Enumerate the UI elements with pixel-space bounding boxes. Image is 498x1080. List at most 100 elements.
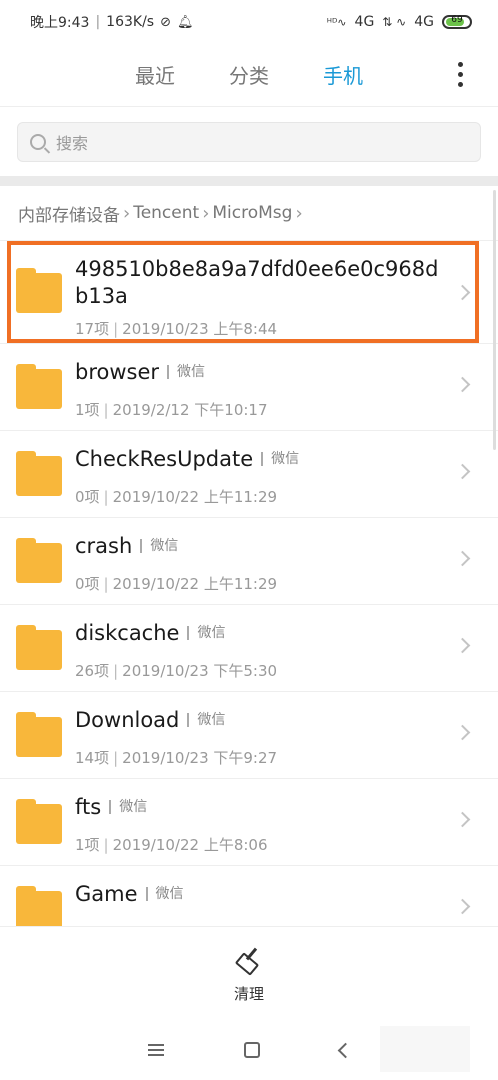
breadcrumb: 内部存储设备 › Tencent › MicroMsg › bbox=[18, 198, 306, 228]
item-count: 14项 bbox=[75, 749, 110, 767]
chevron-right-icon bbox=[454, 811, 471, 828]
search-placeholder: 搜索 bbox=[56, 134, 89, 153]
meta-separator: | bbox=[103, 488, 109, 506]
section-separator bbox=[0, 176, 498, 186]
chevron-right-icon bbox=[454, 284, 471, 301]
item-count: 1项 bbox=[75, 401, 100, 419]
network-label-1: 4G bbox=[354, 14, 375, 30]
item-title: Game 微信 bbox=[75, 882, 184, 906]
list-item[interactable]: CheckResUpdate 微信 0项 | 2019/10/22 上午11:29 bbox=[0, 431, 498, 518]
item-count: 0项 bbox=[75, 488, 100, 506]
clean-button[interactable]: 清理 bbox=[0, 926, 498, 1020]
item-meta: 17项 | 2019/10/23 上午8:44 bbox=[75, 318, 277, 339]
breadcrumb-item-micromsg[interactable]: MicroMsg bbox=[212, 203, 292, 223]
item-count: 26项 bbox=[75, 662, 110, 680]
folder-icon bbox=[16, 712, 62, 757]
folder-icon bbox=[16, 625, 62, 670]
back-icon[interactable] bbox=[337, 1042, 353, 1058]
chevron-right-icon: › bbox=[123, 202, 131, 224]
tab-category[interactable]: 分类 bbox=[229, 54, 269, 95]
item-count: 0项 bbox=[75, 575, 100, 593]
battery-icon: 69 bbox=[442, 15, 472, 29]
system-nav-bar bbox=[0, 1020, 498, 1080]
item-title: CheckResUpdate 微信 bbox=[75, 447, 299, 471]
broom-icon bbox=[234, 947, 261, 976]
chevron-right-icon: › bbox=[202, 202, 210, 224]
status-separator: | bbox=[95, 14, 101, 30]
scrollbar[interactable] bbox=[493, 190, 496, 450]
item-name: Game bbox=[75, 882, 138, 906]
tab-recent[interactable]: 最近 bbox=[135, 54, 175, 95]
list-item[interactable]: Game 微信 bbox=[0, 866, 498, 926]
network-label-2: 4G bbox=[414, 14, 434, 30]
list-item[interactable]: diskcache 微信 26项 | 2019/10/23 下午5:30 bbox=[0, 605, 498, 692]
search-input[interactable]: 搜索 bbox=[17, 122, 481, 162]
item-date: 2019/10/22 上午11:29 bbox=[112, 575, 278, 593]
item-name: crash bbox=[75, 534, 133, 558]
bell-icon: 🔔︎ bbox=[177, 14, 194, 30]
signal-icon: ⇅ ∿ bbox=[382, 15, 407, 29]
chevron-right-icon bbox=[454, 376, 471, 393]
item-title: diskcache 微信 bbox=[75, 621, 225, 645]
item-date: 2019/10/23 下午5:30 bbox=[122, 662, 278, 680]
list-item[interactable]: Download 微信 14项 | 2019/10/23 下午9:27 bbox=[0, 692, 498, 779]
item-meta: 1项 | 2019/10/22 上午8:06 bbox=[75, 834, 268, 855]
folder-icon bbox=[16, 886, 62, 926]
tab-bar: 最近 分类 手机 bbox=[0, 50, 498, 98]
item-meta: 14项 | 2019/10/23 下午9:27 bbox=[75, 747, 277, 768]
item-date: 2019/10/22 上午11:29 bbox=[112, 488, 278, 506]
status-speed: 163K/s bbox=[106, 14, 155, 30]
more-options-icon[interactable] bbox=[458, 62, 464, 88]
menu-icon[interactable] bbox=[147, 1041, 164, 1059]
clean-label: 清理 bbox=[233, 985, 264, 1003]
item-count: 1项 bbox=[75, 836, 100, 854]
status-bar: 晚上9:43 | 163K/s ⊘ 🔔︎ ᴴᴰ∿ 4G ⇅ ∿ 4G 69 bbox=[0, 0, 498, 44]
item-tag: 微信 bbox=[187, 626, 225, 640]
item-date: 2019/10/23 下午9:27 bbox=[122, 749, 278, 767]
chevron-right-icon bbox=[454, 637, 471, 654]
breadcrumb-item-storage[interactable]: 内部存储设备 bbox=[18, 201, 120, 226]
item-meta: 26项 | 2019/10/23 下午5:30 bbox=[75, 660, 277, 681]
item-name: fts bbox=[75, 795, 102, 819]
item-tag: 微信 bbox=[145, 887, 184, 901]
divider bbox=[0, 106, 498, 107]
list-item[interactable]: 498510b8e8a9a7dfd0ee6e0c968db13a 17项 | 201… bbox=[0, 240, 498, 344]
folder-icon bbox=[16, 538, 62, 583]
item-tag: 微信 bbox=[187, 713, 225, 727]
home-icon[interactable] bbox=[243, 1042, 260, 1058]
meta-separator: | bbox=[103, 836, 109, 854]
breadcrumb-item-tencent[interactable]: Tencent bbox=[133, 203, 199, 223]
item-count: 17项 bbox=[75, 320, 110, 338]
item-title: fts 微信 bbox=[75, 795, 147, 819]
item-name: Download bbox=[75, 708, 180, 732]
meta-separator: | bbox=[113, 662, 119, 680]
item-tag: 微信 bbox=[167, 365, 205, 379]
item-date: 2019/2/12 下午10:17 bbox=[112, 401, 268, 419]
list-item[interactable]: browser 微信 1项 | 2019/2/12 下午10:17 bbox=[0, 344, 498, 431]
meta-separator: | bbox=[113, 320, 119, 338]
battery-level: 69 bbox=[451, 15, 463, 25]
folder-icon bbox=[16, 364, 62, 409]
meta-separator: | bbox=[113, 749, 119, 767]
item-tag: 微信 bbox=[261, 452, 299, 466]
item-date: 2019/10/22 上午8:06 bbox=[112, 836, 268, 854]
nav-placeholder bbox=[380, 1026, 470, 1072]
chevron-right-icon bbox=[454, 550, 471, 567]
meta-separator: | bbox=[103, 575, 109, 593]
list-item[interactable]: fts 微信 1项 | 2019/10/22 上午8:06 bbox=[0, 779, 498, 866]
item-name: diskcache bbox=[75, 621, 180, 645]
file-list: 498510b8e8a9a7dfd0ee6e0c968db13a 17项 | 201… bbox=[0, 240, 498, 926]
item-name: browser bbox=[75, 360, 160, 384]
item-title: browser 微信 bbox=[75, 360, 205, 384]
item-title: crash 微信 bbox=[75, 534, 178, 558]
hd-signal-icon: ᴴᴰ∿ bbox=[326, 15, 347, 29]
item-name: CheckResUpdate bbox=[75, 447, 254, 471]
meta-separator: | bbox=[103, 401, 109, 419]
item-name: 498510b8e8a9a7dfd0ee6e0c968db13a bbox=[75, 257, 439, 308]
chevron-right-icon bbox=[454, 898, 471, 915]
item-meta: 0项 | 2019/10/22 上午11:29 bbox=[75, 486, 277, 507]
tab-phone[interactable]: 手机 bbox=[323, 54, 363, 95]
list-item[interactable]: crash 微信 0项 | 2019/10/22 上午11:29 bbox=[0, 518, 498, 605]
search-icon bbox=[30, 134, 46, 150]
chevron-right-icon bbox=[454, 724, 471, 741]
